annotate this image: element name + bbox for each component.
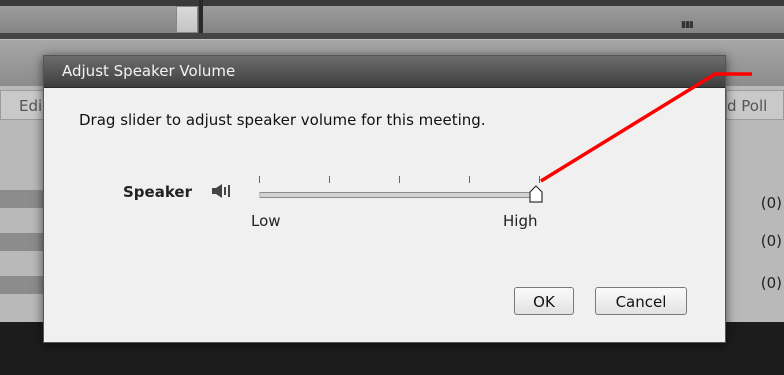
list-row [0,190,44,208]
pod-grip[interactable] [176,6,198,33]
dialog-title: Adjust Speaker Volume [62,62,236,80]
poll-count: (0) [760,232,782,250]
slider-fill [259,193,533,197]
list-row [0,276,44,294]
slider-tick [399,176,400,183]
speaker-label: Speaker [123,183,192,201]
slider-tick [329,176,330,183]
slider-low-label: Low [251,212,281,230]
tab-edit[interactable]: Edi [0,90,44,120]
poll-count: (0) [760,274,782,292]
slider-high-label: High [503,212,538,230]
poll-count: (0) [760,194,782,212]
toolbar-right: ▮▮▮ [203,6,784,34]
slider-tick [539,176,540,183]
slider-tick [469,176,470,183]
adjust-speaker-volume-dialog: Adjust Speaker Volume Drag slider to adj… [43,55,726,343]
list-row [0,233,44,251]
dialog-titlebar[interactable]: Adjust Speaker Volume [44,56,725,88]
speaker-icon [212,183,234,203]
toolbar-left [0,6,176,34]
tab-edit-label: Edi [19,97,43,115]
instruction-text: Drag slider to adjust speaker volume for… [79,111,486,129]
slider-thumb[interactable] [529,185,543,203]
count-column: (0) (0) (0) [726,86,784,322]
ok-button[interactable]: OK [514,287,574,315]
cancel-button[interactable]: Cancel [595,287,687,315]
slider-tick [259,176,260,183]
drag-handle-icon[interactable]: ▮▮▮ [681,20,694,30]
